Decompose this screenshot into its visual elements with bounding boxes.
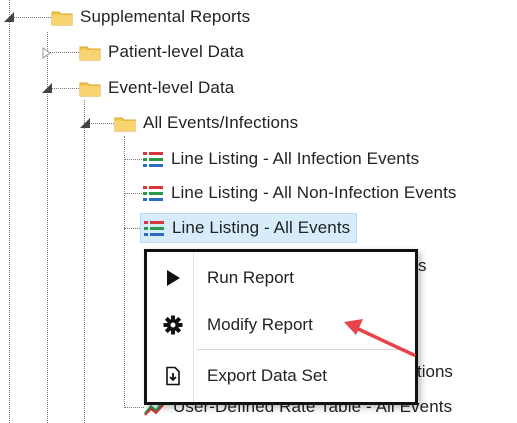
gear-icon xyxy=(163,315,183,335)
tree-node-line-listing-infection[interactable]: Line Listing - All Infection Events xyxy=(142,145,419,173)
folder-icon xyxy=(114,117,136,131)
tree-guide-line xyxy=(9,0,10,423)
menu-item-export-data-set[interactable]: Export Data Set xyxy=(147,353,415,399)
tree-node-line-listing-non-infection[interactable]: Line Listing - All Non-Infection Events xyxy=(142,179,457,207)
tree-node-all-events-infections[interactable]: All Events/Infections xyxy=(114,109,298,137)
tree-node-supplemental-reports[interactable]: Supplemental Reports xyxy=(51,3,250,31)
collapse-toggle-icon[interactable] xyxy=(78,115,92,129)
tree-guide-line xyxy=(124,193,142,194)
tree-node-label: Line Listing - All Infection Events xyxy=(171,149,420,168)
tree-guide-line xyxy=(84,100,85,423)
tree-node-label: Line Listing - All Non-Infection Events xyxy=(171,183,457,202)
play-icon xyxy=(163,268,183,288)
tree-node-label: Event-level Data xyxy=(108,78,235,97)
tree-guide-line xyxy=(124,159,142,160)
menu-item-label: Modify Report xyxy=(207,315,313,334)
tree-guide-line xyxy=(124,136,125,408)
tree-node-label: Line Listing - All Events xyxy=(172,218,351,237)
tree-node-patient-level-data[interactable]: Patient-level Data xyxy=(79,38,244,66)
context-menu: Run Report Modify Report Export Data Set xyxy=(144,249,418,405)
report-list-icon xyxy=(144,221,164,236)
tree-node-event-level-data[interactable]: Event-level Data xyxy=(79,74,234,102)
tree-node-label-partial: tions xyxy=(417,362,453,381)
tree-node-label: Supplemental Reports xyxy=(80,7,251,26)
menu-item-label: Export Data Set xyxy=(207,366,328,385)
tree-guide-line xyxy=(124,407,144,408)
menu-separator xyxy=(197,349,407,350)
collapse-toggle-icon[interactable] xyxy=(40,80,54,94)
tree-node-label: Patient-level Data xyxy=(108,42,244,61)
folder-icon xyxy=(51,11,73,25)
tree-node-line-listing-all-events[interactable]: Line Listing - All Events xyxy=(140,213,358,243)
menu-item-modify-report[interactable]: Modify Report xyxy=(147,302,415,348)
report-list-icon xyxy=(143,152,163,167)
export-icon xyxy=(163,366,183,386)
folder-icon xyxy=(79,82,101,96)
collapse-toggle-icon[interactable] xyxy=(2,9,16,23)
report-list-icon xyxy=(143,186,163,201)
tree-node-label: All Events/Infections xyxy=(143,113,299,132)
menu-item-label: Run Report xyxy=(207,268,294,287)
tree-node-label-partial: s xyxy=(418,256,427,275)
expand-toggle-icon[interactable] xyxy=(40,45,54,59)
menu-item-run-report[interactable]: Run Report xyxy=(147,255,415,301)
folder-icon xyxy=(79,46,101,60)
